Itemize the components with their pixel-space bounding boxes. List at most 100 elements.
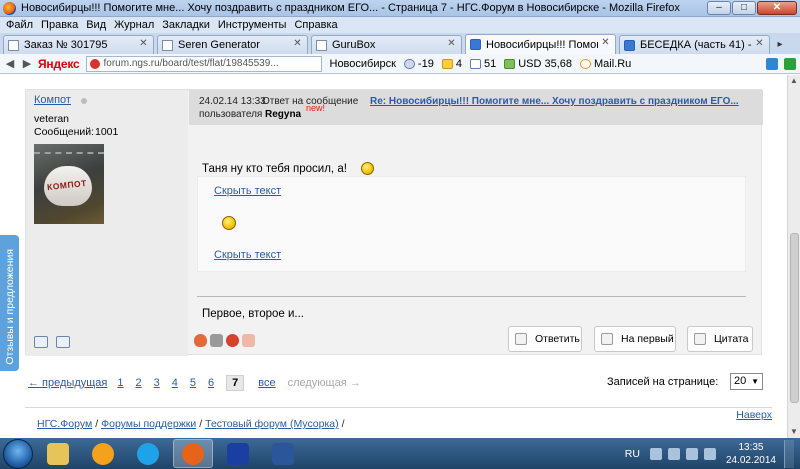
window-titlebar: Новосибирцы!!! Помогите мне... Хочу позд… xyxy=(0,0,800,17)
mailru-widget[interactable]: Mail.Ru xyxy=(580,58,631,70)
author-name[interactable]: Компот xyxy=(34,94,71,106)
post-action-icons xyxy=(194,334,255,347)
tab-order[interactable]: Заказ № 301795 ✕ xyxy=(3,35,154,54)
author-column: Компот veteran Сообщений: 1001 КОМПОТ xyxy=(26,90,188,356)
warning-icon[interactable] xyxy=(226,334,239,347)
menu-edit[interactable]: Правка xyxy=(41,19,78,31)
back-icon[interactable]: ◀ xyxy=(3,57,17,71)
annoyed-smiley-icon xyxy=(361,162,374,175)
tab-forum-active[interactable]: Новосибирцы!!! Помогите м... ✕ xyxy=(465,34,616,54)
pager-page-link[interactable]: 2 xyxy=(136,377,142,389)
minimize-button[interactable]: – xyxy=(707,1,731,15)
taskbar-media[interactable] xyxy=(83,439,123,468)
tab-close-icon[interactable]: ✕ xyxy=(600,38,611,49)
breadcrumb-link[interactable]: Форумы поддержки xyxy=(101,418,196,430)
reply-to-link[interactable]: Re: Новосибирцы!!! Помогите мне... Хочу … xyxy=(370,96,739,107)
menu-view[interactable]: Вид xyxy=(86,19,106,31)
private-message-icon[interactable] xyxy=(56,336,70,348)
tab-seren-generator[interactable]: Seren Generator ✕ xyxy=(157,35,308,54)
reply-button[interactable]: Ответить xyxy=(508,326,582,352)
hide-text-link[interactable]: Скрыть текст xyxy=(214,185,281,197)
url-field[interactable]: forum.ngs.ru/board/test/flat/19845539... xyxy=(85,55,322,72)
breadcrumb-link[interactable]: НГС.Форум xyxy=(37,418,92,430)
scroll-up-icon[interactable]: ▲ xyxy=(788,75,800,87)
messages-label: Сообщений: xyxy=(34,126,95,138)
taskbar-skype[interactable] xyxy=(128,439,168,468)
reply-user-name[interactable]: Regyna xyxy=(265,109,301,120)
per-page-value: 20 xyxy=(734,375,747,387)
pager-prev-link[interactable]: ← предыдущая xyxy=(28,377,107,389)
menu-file[interactable]: Файл xyxy=(6,19,33,31)
tab-close-icon[interactable]: ✕ xyxy=(754,39,765,50)
scrollbar-thumb[interactable] xyxy=(790,233,799,403)
download-icon[interactable] xyxy=(784,57,796,70)
pager-page-link[interactable]: 5 xyxy=(190,377,196,389)
feedback-tab[interactable]: Отзывы и предложения xyxy=(0,235,19,371)
forum-post: Компот veteran Сообщений: 1001 КОМПОТ 24… xyxy=(25,89,763,356)
start-button[interactable] xyxy=(3,438,33,469)
breadcrumb: НГС.Форум / Форумы поддержки / Тестовый фору… xyxy=(37,418,348,430)
chevron-down-icon: ▼ xyxy=(751,377,759,386)
hide-text-link[interactable]: Скрыть текст xyxy=(214,249,281,261)
city-widget[interactable]: Новосибирск xyxy=(330,58,396,70)
tab-besedka[interactable]: БЕСЕДКА (часть 41) - Стра... ✕ xyxy=(619,35,770,54)
taskbar-firefox[interactable] xyxy=(173,439,213,468)
heart-icon[interactable] xyxy=(194,334,207,347)
reply-button-label: Ответить xyxy=(535,333,580,345)
megaphone-icon[interactable] xyxy=(242,334,255,347)
breadcrumb-link[interactable]: Тестовый форум (Мусорка) xyxy=(205,418,339,430)
menu-help[interactable]: Справка xyxy=(294,19,337,31)
forward-icon[interactable]: ▶ xyxy=(20,57,34,71)
pen-icon[interactable] xyxy=(766,57,778,70)
toolbar-extras xyxy=(766,57,796,70)
tab-close-icon[interactable]: ✕ xyxy=(292,39,303,50)
taskbar-explorer[interactable] xyxy=(38,439,78,468)
tray-arrow-icon[interactable] xyxy=(649,448,662,460)
flag-icon[interactable] xyxy=(667,448,680,460)
pager-page-link[interactable]: 6 xyxy=(208,377,214,389)
mail-widget[interactable]: 51 xyxy=(469,58,496,70)
show-desktop-button[interactable] xyxy=(784,440,794,468)
yandex-logo[interactable]: Яндекс xyxy=(38,57,80,71)
go-first-button[interactable]: На первый xyxy=(594,326,676,352)
per-page-select[interactable]: 20 ▼ xyxy=(730,373,763,390)
pager-page-link[interactable]: 1 xyxy=(117,377,123,389)
back-to-top-link[interactable]: Наверх xyxy=(736,409,772,421)
clock[interactable]: 13:35 24.02.2014 xyxy=(726,441,776,467)
word-icon xyxy=(272,442,294,465)
skype-icon xyxy=(137,442,159,465)
mailru-label: Mail.Ru xyxy=(594,57,632,70)
network-icon[interactable] xyxy=(685,448,698,460)
close-button[interactable]: ✕ xyxy=(757,1,797,15)
app-z-icon xyxy=(227,442,249,465)
star-icon xyxy=(441,58,453,69)
tab-close-icon[interactable]: ✕ xyxy=(446,39,457,50)
pager-all-link[interactable]: все xyxy=(258,377,275,389)
weather-widget[interactable]: -19 xyxy=(403,58,434,70)
tab-close-icon[interactable]: ✕ xyxy=(138,39,149,50)
print-icon[interactable] xyxy=(210,334,223,347)
window-title: Новосибирцы!!! Помогите мне... Хочу позд… xyxy=(21,2,680,14)
favorites-widget[interactable]: 4 xyxy=(441,58,462,70)
tabs-scroll-icon[interactable]: ▸ xyxy=(773,35,787,54)
vertical-scrollbar[interactable]: ▲ ▼ xyxy=(787,75,800,438)
language-indicator[interactable]: RU xyxy=(625,448,640,460)
taskbar: RU 13:35 24.02.2014 xyxy=(0,438,800,469)
volume-icon[interactable] xyxy=(703,448,716,460)
maximize-button[interactable]: □ xyxy=(732,1,756,15)
scroll-down-icon[interactable]: ▼ xyxy=(788,426,800,438)
tab-label: Заказ № 301795 xyxy=(24,39,108,51)
add-friend-icon[interactable] xyxy=(34,336,48,348)
quote-button[interactable]: Цитата xyxy=(687,326,753,352)
taskbar-word[interactable] xyxy=(263,439,303,468)
pager-page-link[interactable]: 4 xyxy=(172,377,178,389)
pager-page-link[interactable]: 3 xyxy=(154,377,160,389)
tab-gurubox[interactable]: GuruBox ✕ xyxy=(311,35,462,54)
taskbar-zapp[interactable] xyxy=(218,439,258,468)
footer-breadcrumb-bar: НГС.Форум / Форумы поддержки / Тестовый фору… xyxy=(25,407,772,437)
post-divider xyxy=(197,296,746,297)
menu-history[interactable]: Журнал xyxy=(114,19,154,31)
currency-widget[interactable]: USD 35,68 xyxy=(504,58,572,70)
menu-bookmarks[interactable]: Закладки xyxy=(162,19,210,31)
menu-tools[interactable]: Инструменты xyxy=(218,19,287,31)
